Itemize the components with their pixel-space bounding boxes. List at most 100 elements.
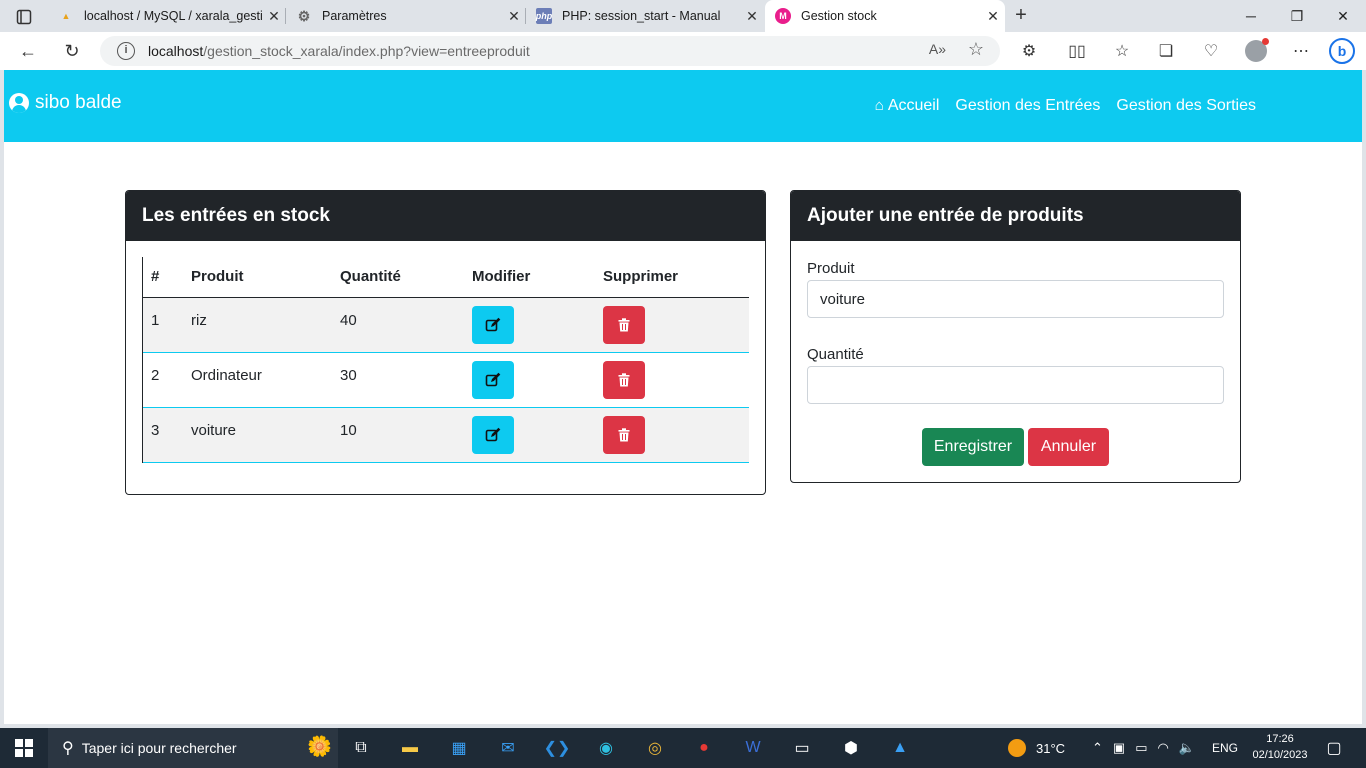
photos-icon[interactable]: ▲ (886, 734, 914, 762)
app-navbar: sibo balde ⌂ Accueil Gestion des Entrées … (4, 70, 1362, 142)
back-icon[interactable]: ← (14, 38, 42, 64)
minimize-icon[interactable]: ─ (1228, 0, 1274, 32)
edit-button[interactable] (472, 360, 514, 399)
refresh-icon[interactable]: ↻ (58, 38, 86, 64)
stock-card: Les entrées en stock # Produit Quantité … (125, 190, 766, 495)
save-button[interactable]: Enregistrer (922, 428, 1024, 466)
taskbar-search[interactable]: ⚲ Taper ici pour rechercher 🌼 (48, 728, 338, 768)
language-indicator[interactable]: ENG (1212, 728, 1238, 768)
close-window-icon[interactable]: ✕ (1320, 0, 1366, 32)
trash-icon (618, 372, 630, 386)
gear-icon: ⚙ (297, 7, 311, 24)
app-red-icon[interactable]: ● (690, 734, 718, 762)
close-icon[interactable]: ✕ (262, 8, 286, 25)
system-tray: ⌃ ▣ ▭ ◠ 🔈 (1092, 728, 1195, 768)
col-supprimer: Supprimer (595, 257, 749, 298)
edit-icon (485, 317, 501, 331)
windows-taskbar: ⚲ Taper ici pour rechercher 🌼 ⧉ ▬ ▦ ✉ ❮❯… (0, 728, 1366, 768)
col-modifier: Modifier (464, 257, 595, 298)
trash-icon (618, 317, 630, 331)
close-icon[interactable]: ✕ (981, 8, 1005, 25)
camera-icon[interactable]: ▣ (1113, 740, 1125, 756)
sun-icon (1008, 739, 1026, 757)
mail-icon[interactable]: ✉ (494, 734, 522, 762)
php-icon: php (536, 8, 552, 24)
browser-essentials-icon[interactable]: ♡ (1197, 38, 1225, 64)
table-row: 3 voiture 10 (143, 407, 749, 463)
address-bar[interactable]: i localhost/gestion_stock_xarala/index.p… (100, 36, 1000, 66)
search-highlight-flowers-icon: 🌼 (307, 736, 332, 758)
tab-php-manual[interactable]: php PHP: session_start - Manual ✕ (526, 0, 764, 32)
notifications-icon[interactable]: ▢ (1320, 734, 1348, 762)
entry-form-card: Ajouter une entrée de produits Produit v… (790, 190, 1241, 483)
close-icon[interactable]: ✕ (740, 8, 764, 25)
tab-phpmyadmin[interactable]: ▲ localhost / MySQL / xarala_gestic ✕ (48, 0, 286, 32)
page-viewport: sibo balde ⌂ Accueil Gestion des Entrées … (4, 70, 1362, 724)
info-icon[interactable]: i (117, 42, 135, 60)
tab-parametres[interactable]: ⚙ Paramètres ✕ (286, 0, 526, 32)
favorite-star-icon[interactable]: ☆ (968, 39, 984, 60)
extensions-icon[interactable]: ⚙ (1015, 38, 1043, 64)
edit-button[interactable] (472, 305, 514, 344)
delete-button[interactable] (603, 305, 645, 344)
edit-button[interactable] (472, 415, 514, 454)
browser-tab-strip: ▲ localhost / MySQL / xarala_gestic ✕ ⚙ … (0, 0, 1366, 32)
search-icon: ⚲ (62, 740, 74, 757)
chevron-up-icon[interactable]: ⌃ (1092, 740, 1103, 756)
read-aloud-icon[interactable]: A» (929, 41, 946, 57)
volume-icon[interactable]: 🔈 (1179, 740, 1195, 756)
nav-gestion-sorties[interactable]: Gestion des Sorties (1116, 97, 1256, 115)
edit-icon (485, 427, 501, 441)
vscode-icon[interactable]: ❮❯ (543, 734, 571, 762)
user-circle-icon (9, 93, 29, 113)
browser-toolbar: ← ↻ i localhost/gestion_stock_xarala/ind… (0, 32, 1366, 70)
brand[interactable]: sibo balde (9, 92, 122, 114)
app-icon: M (775, 8, 791, 24)
col-id: # (143, 257, 183, 298)
collections-icon[interactable]: ❏ (1152, 38, 1180, 64)
task-view-icon[interactable]: ⧉ (347, 734, 375, 762)
weather-widget[interactable]: 31°C (1008, 728, 1065, 768)
favorites-icon[interactable]: ☆ (1108, 38, 1136, 64)
trash-icon (618, 427, 630, 441)
edit-icon (485, 372, 501, 386)
edge-icon[interactable]: ◉ (592, 734, 620, 762)
quantite-label: Quantité (807, 346, 864, 363)
table-row: 1 riz 40 (143, 297, 749, 353)
stock-card-title: Les entrées en stock (126, 191, 765, 241)
new-tab-icon[interactable]: + (1008, 4, 1034, 28)
windows-start-icon[interactable] (10, 734, 38, 762)
restore-icon[interactable]: ❐ (1274, 0, 1320, 32)
phpmyadmin-icon: ▲ (61, 11, 71, 21)
delete-button[interactable] (603, 360, 645, 399)
wifi-icon[interactable]: ◠ (1158, 740, 1169, 756)
tab-actions-icon[interactable] (8, 6, 40, 28)
nav-accueil[interactable]: ⌂ Accueil (875, 97, 940, 115)
profile-avatar[interactable] (1242, 38, 1270, 64)
chrome-icon[interactable]: ◎ (641, 734, 669, 762)
produit-label: Produit (807, 260, 855, 277)
entry-form-title: Ajouter une entrée de produits (791, 191, 1240, 241)
store-icon[interactable]: ▦ (445, 734, 473, 762)
terminal-icon[interactable]: ▭ (788, 734, 816, 762)
tab-gestion-stock[interactable]: M Gestion stock ✕ (765, 0, 1005, 32)
cancel-button[interactable]: Annuler (1028, 428, 1109, 466)
file-explorer-icon[interactable]: ▬ (396, 734, 424, 762)
close-icon[interactable]: ✕ (502, 8, 526, 25)
produit-input[interactable]: voiture (807, 280, 1224, 318)
clock[interactable]: 17:26 02/10/2023 (1250, 731, 1310, 763)
col-quantite: Quantité (332, 257, 464, 298)
stock-table: # Produit Quantité Modifier Supprimer 1 … (143, 257, 749, 463)
bing-copilot-icon[interactable]: b (1328, 38, 1356, 64)
home-icon: ⌂ (874, 97, 884, 114)
table-row: 2 Ordinateur 30 (143, 352, 749, 408)
word-icon[interactable]: W (739, 734, 767, 762)
split-screen-icon[interactable]: ▯▯ (1063, 38, 1091, 64)
delete-button[interactable] (603, 415, 645, 454)
col-produit: Produit (183, 257, 332, 298)
quantite-input[interactable] (807, 366, 1224, 404)
nav-gestion-entrees[interactable]: Gestion des Entrées (955, 97, 1100, 115)
more-menu-icon[interactable]: ⋯ (1287, 38, 1315, 64)
battery-icon[interactable]: ▭ (1135, 740, 1147, 756)
app-box-icon[interactable]: ⬢ (837, 734, 865, 762)
